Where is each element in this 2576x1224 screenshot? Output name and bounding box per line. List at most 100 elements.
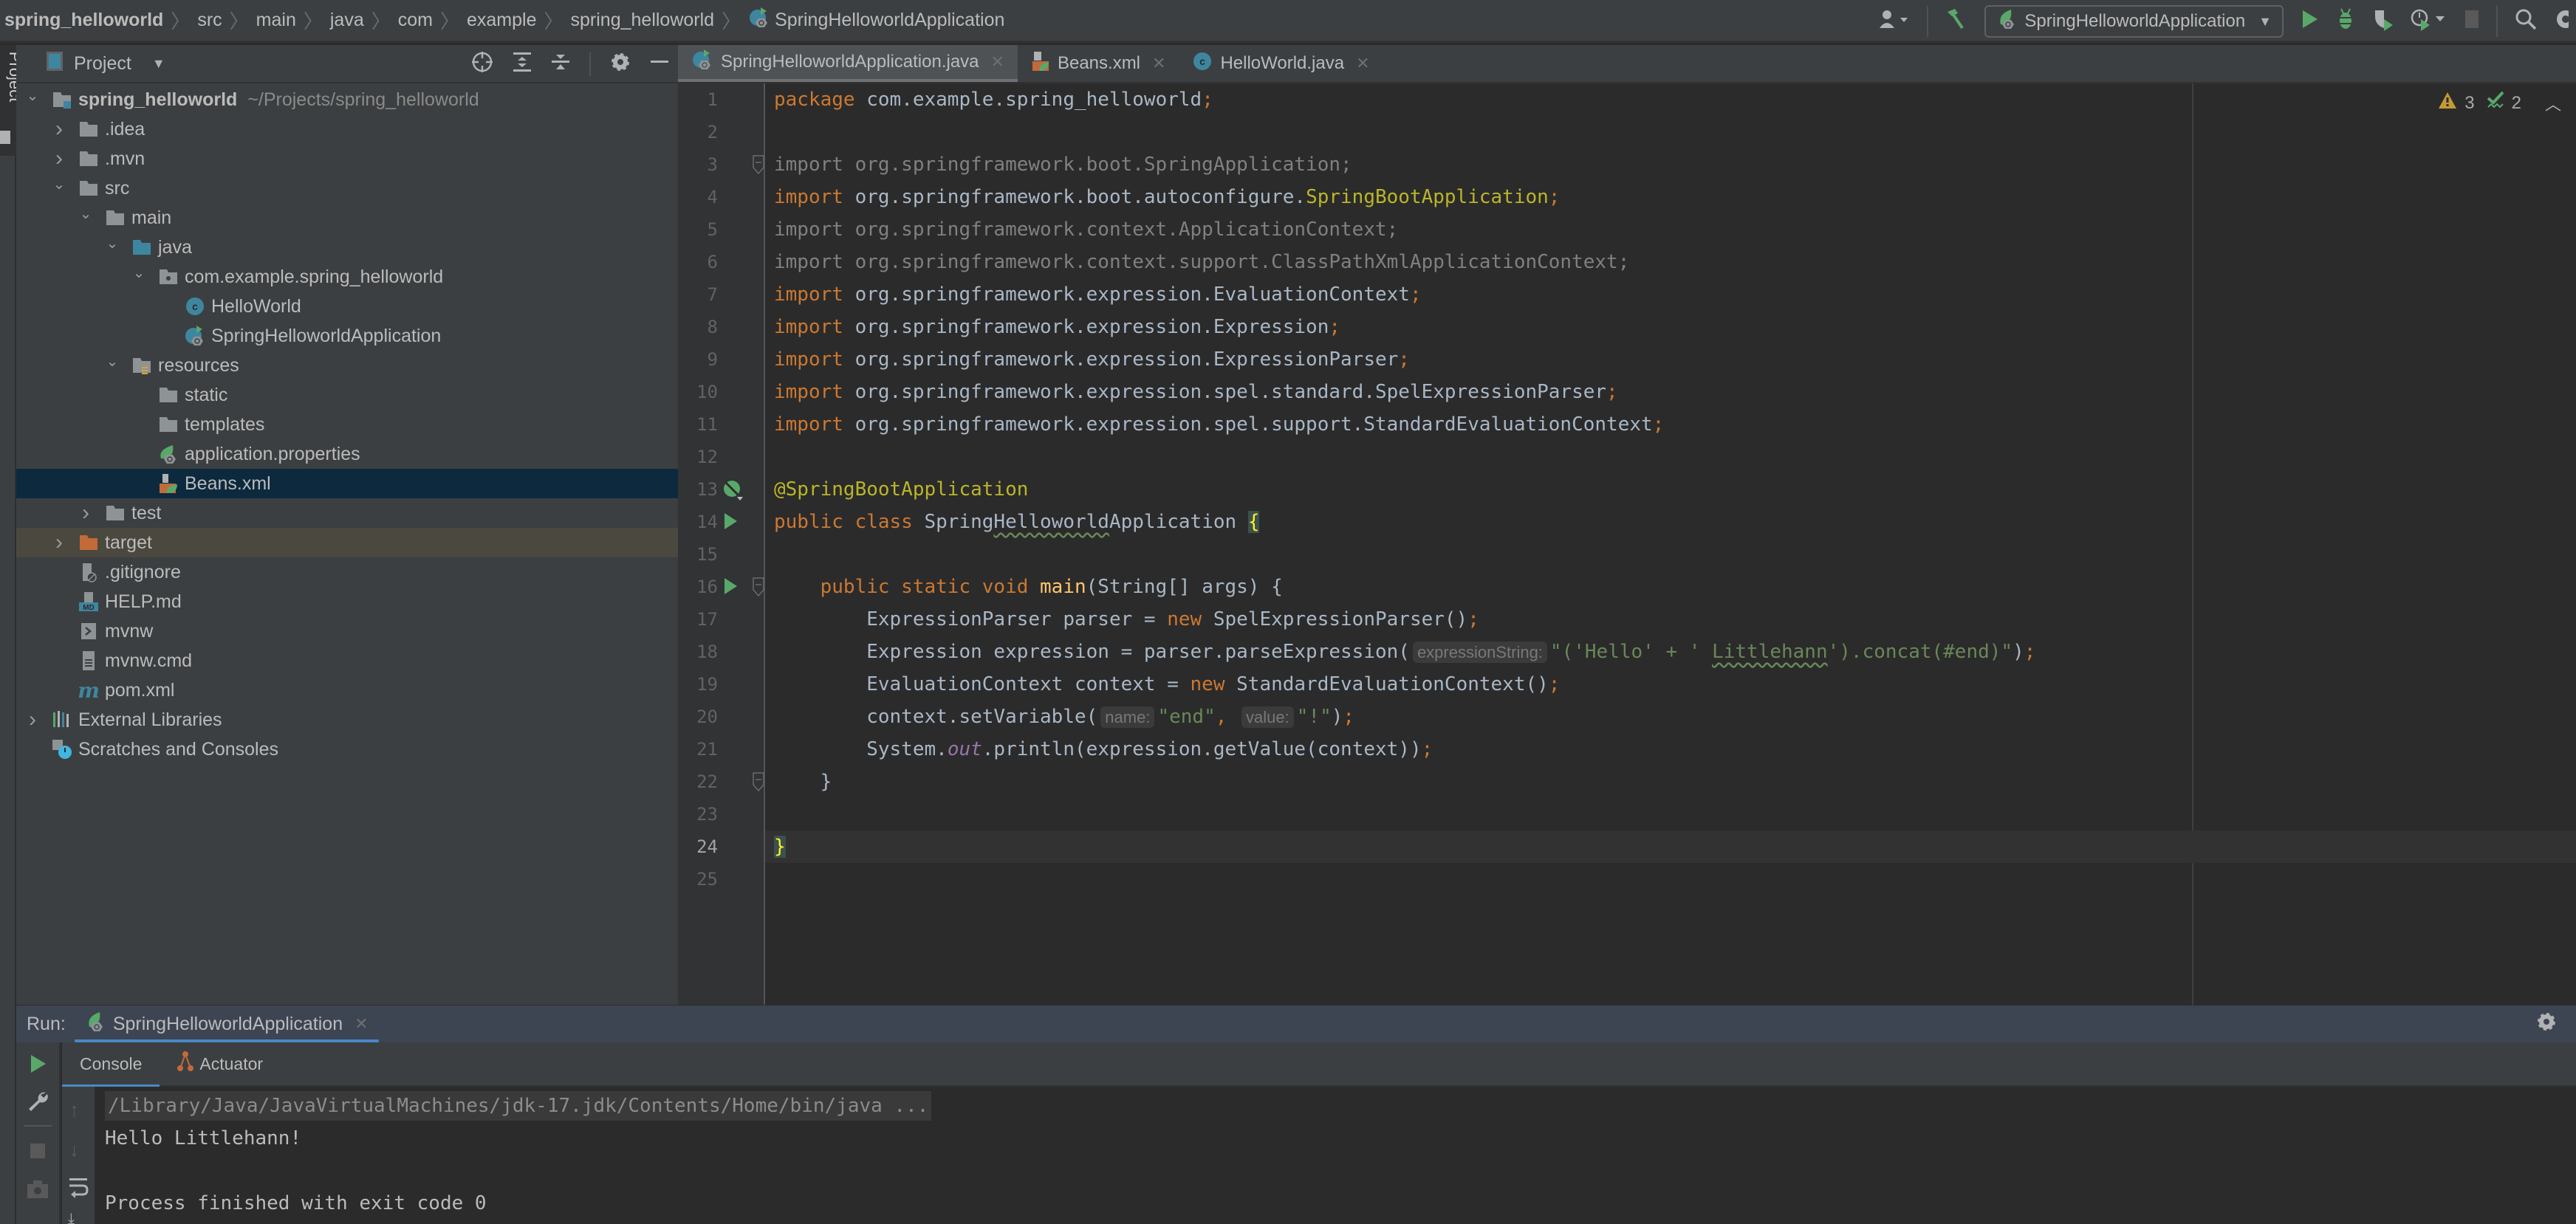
tree-item[interactable]: › target: [16, 528, 678, 557]
tree-item[interactable]: c HelloWorld: [16, 292, 678, 321]
gear-icon[interactable]: [2536, 1011, 2557, 1037]
tree-item[interactable]: mvnw.cmd: [16, 646, 678, 675]
breadcrumb-item[interactable]: src: [197, 10, 222, 31]
hide-panel-icon[interactable]: [650, 52, 669, 78]
line-number[interactable]: 21: [678, 733, 718, 766]
chevron-down-icon[interactable]: ▼: [152, 56, 165, 72]
settings-icon[interactable]: [2554, 7, 2575, 36]
line-number[interactable]: 25: [678, 863, 718, 895]
wrench-icon[interactable]: [27, 1090, 49, 1115]
close-icon[interactable]: ✕: [354, 1014, 368, 1034]
tree-item[interactable]: application.properties: [16, 439, 678, 469]
run-configuration-select[interactable]: SpringHelloworldApplication ▼: [1984, 5, 2284, 38]
breadcrumb-item[interactable]: java: [330, 10, 364, 31]
chevron-right-icon[interactable]: ›: [52, 146, 66, 171]
tree-item[interactable]: › .idea: [16, 114, 678, 144]
tree-item[interactable]: templates: [16, 410, 678, 439]
tab-console[interactable]: Console: [62, 1042, 160, 1087]
chevron-right-icon[interactable]: ›: [25, 707, 40, 732]
line-number[interactable]: 5: [678, 213, 718, 246]
line-number[interactable]: 8: [678, 311, 718, 343]
chevron-right-icon[interactable]: ›: [78, 501, 93, 526]
code-area[interactable]: package com.example.spring_helloworld; i…: [765, 83, 2576, 1005]
tree-item[interactable]: › test: [16, 498, 678, 528]
stop-icon[interactable]: [30, 1143, 46, 1163]
tree-item[interactable]: mvnw: [16, 616, 678, 646]
chevron-down-icon[interactable]: ⌄: [25, 86, 40, 105]
run-gutter-icon[interactable]: [722, 512, 739, 534]
tree-item[interactable]: m pom.xml: [16, 675, 678, 705]
console-output[interactable]: /Library/Java/JavaVirtualMachines/jdk-17…: [95, 1087, 2576, 1224]
tree-item[interactable]: › .mvn: [16, 144, 678, 173]
tab-hello-world-java[interactable]: c HelloWorld.java ✕: [1179, 45, 1383, 82]
fold-icon[interactable]: [752, 577, 765, 601]
line-number[interactable]: 19: [678, 668, 718, 701]
line-number[interactable]: 9: [678, 343, 718, 376]
line-number[interactable]: 10: [678, 376, 718, 408]
chevron-down-icon[interactable]: ⌄: [131, 264, 146, 282]
breadcrumb-item[interactable]: com: [398, 10, 433, 31]
breadcrumb-item[interactable]: SpringHelloworldApplication: [775, 10, 1004, 31]
fold-icon[interactable]: [752, 154, 765, 179]
tree-item[interactable]: Scratches and Consoles: [16, 735, 678, 764]
line-number[interactable]: 24: [678, 831, 718, 863]
breadcrumb-item[interactable]: spring_helloworld: [571, 10, 715, 31]
camera-icon[interactable]: [27, 1180, 49, 1203]
project-view-selector[interactable]: Project: [74, 53, 131, 75]
line-number[interactable]: 6: [678, 246, 718, 278]
tab-actuator[interactable]: Actuator: [160, 1042, 281, 1086]
fold-icon[interactable]: [752, 771, 765, 796]
run-icon[interactable]: [2300, 8, 2319, 35]
tree-item[interactable]: ⌄ src: [16, 173, 678, 203]
scroll-down-icon[interactable]: ↓: [69, 1138, 79, 1161]
stop-icon[interactable]: [2464, 9, 2480, 35]
line-number[interactable]: 15: [678, 538, 718, 571]
locate-file-icon[interactable]: [471, 51, 493, 78]
breadcrumb-item[interactable]: example: [467, 10, 537, 31]
scroll-up-icon[interactable]: ↑: [69, 1098, 79, 1121]
run-tab[interactable]: SpringHelloworldApplication ✕: [74, 1005, 379, 1042]
tree-item[interactable]: › External Libraries: [16, 705, 678, 735]
line-number[interactable]: 20: [678, 701, 718, 733]
close-icon[interactable]: ✕: [1356, 54, 1369, 73]
chevron-right-icon[interactable]: ›: [52, 530, 66, 555]
run-gutter-icon[interactable]: [722, 577, 739, 599]
line-number[interactable]: 1: [678, 83, 718, 116]
line-number[interactable]: 22: [678, 766, 718, 798]
tree-item[interactable]: .gitignore: [16, 557, 678, 587]
tree-item[interactable]: ⌄ com.example.spring_helloworld: [16, 262, 678, 292]
spring-bean-gutter-icon[interactable]: [722, 479, 744, 505]
line-number[interactable]: 14: [678, 506, 718, 538]
breadcrumb-item[interactable]: main: [256, 10, 296, 31]
chevron-down-icon[interactable]: ⌄: [105, 352, 120, 371]
line-number[interactable]: 4: [678, 181, 718, 213]
line-number[interactable]: 11: [678, 408, 718, 441]
tree-item[interactable]: ⌄ main: [16, 203, 678, 233]
chevron-down-icon[interactable]: ⌄: [52, 175, 66, 193]
coverage-icon[interactable]: [2372, 7, 2394, 36]
line-number[interactable]: 18: [678, 636, 718, 668]
console-command-line[interactable]: /Library/Java/JavaVirtualMachines/jdk-17…: [105, 1091, 932, 1121]
search-icon[interactable]: [2514, 7, 2538, 36]
line-number[interactable]: 2: [678, 116, 718, 148]
tree-item[interactable]: SpringHelloworldApplication: [16, 321, 678, 351]
chevron-down-icon[interactable]: ⌄: [105, 234, 120, 252]
line-number[interactable]: 12: [678, 441, 718, 473]
tree-item[interactable]: MD HELP.md: [16, 587, 678, 616]
tab-spring-helloworld-application[interactable]: SpringHelloworldApplication.java ✕: [678, 45, 1018, 82]
breadcrumb-item[interactable]: spring_helloworld: [4, 10, 163, 31]
project-tool-window-button[interactable]: Project: [0, 45, 24, 156]
tree-item[interactable]: static: [16, 380, 678, 410]
profile-icon[interactable]: [2411, 7, 2447, 36]
line-number[interactable]: 17: [678, 603, 718, 636]
line-number[interactable]: 7: [678, 278, 718, 311]
scroll-to-end-icon[interactable]: ⤓: [68, 1211, 75, 1224]
soft-wrap-icon[interactable]: [68, 1177, 89, 1203]
line-number[interactable]: 16: [678, 571, 718, 603]
user-icon[interactable]: [1878, 7, 1911, 36]
tree-item[interactable]: ⌄ java: [16, 233, 678, 262]
chevron-right-icon[interactable]: ›: [52, 117, 66, 142]
expand-all-icon[interactable]: [513, 51, 532, 78]
debug-icon[interactable]: [2335, 7, 2356, 36]
tab-beans-xml[interactable]: Beans.xml ✕: [1018, 45, 1179, 82]
